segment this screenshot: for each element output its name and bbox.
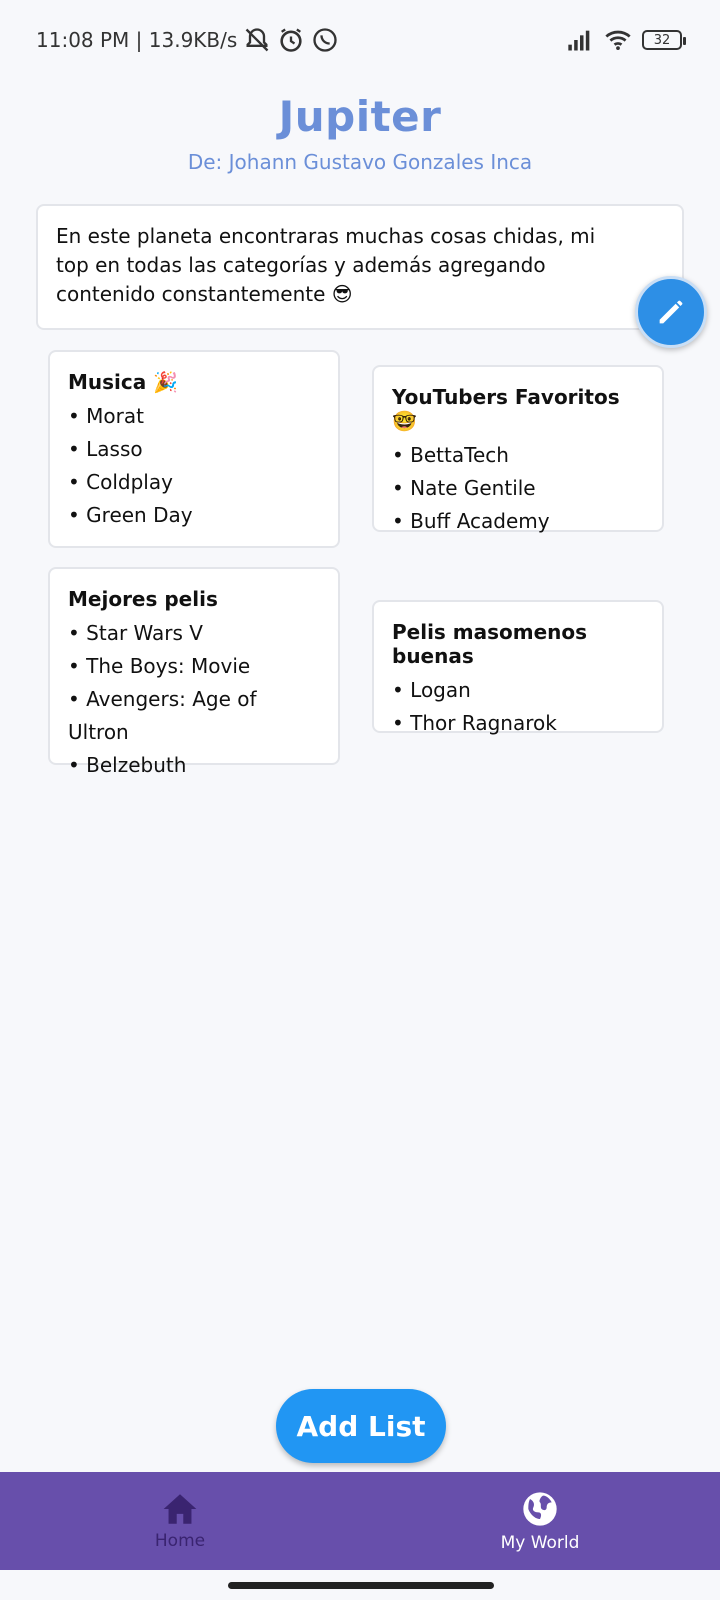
- pencil-icon: [659, 300, 683, 324]
- list-item: Buff Academy: [392, 505, 644, 538]
- wifi-icon: [605, 30, 631, 51]
- add-list-button[interactable]: Add List: [276, 1389, 446, 1463]
- nav-item-my-world[interactable]: My World: [360, 1472, 720, 1570]
- list-item: Logan: [392, 674, 644, 707]
- list-card-pelis-masomenos[interactable]: Pelis masomenos buenas Logan Thor Ragnar…: [372, 600, 664, 735]
- alarm-icon: [280, 28, 302, 52]
- home-icon: [163, 1494, 197, 1524]
- list-item: Green Day: [68, 499, 320, 532]
- list-card-musica[interactable]: Musica 🎉 Morat Lasso Coldplay Green Day: [48, 350, 340, 548]
- list-item: BettaTech: [392, 439, 644, 472]
- list-item: Avengers: Age of Ultron: [68, 683, 320, 749]
- list-item: Coldplay: [68, 466, 320, 499]
- battery-icon: 32: [642, 30, 686, 50]
- list-title: Musica 🎉: [68, 370, 179, 394]
- status-right: 32: [566, 26, 686, 54]
- nav-item-home[interactable]: Home: [0, 1472, 360, 1570]
- description-card: En este planeta encontraras muchas cosas…: [36, 204, 684, 330]
- notifications-off-icon: [245, 28, 269, 52]
- signal-icon: [568, 30, 590, 51]
- status-bar: 11:08 PM | 13.9KB/s 32: [0, 0, 720, 80]
- list-title: Pelis masomenos buenas: [392, 620, 588, 668]
- status-time: 11:08 PM | 13.9KB/s: [36, 28, 238, 52]
- list-card-mejores-pelis[interactable]: Mejores pelis Star Wars V The Boys: Movi…: [48, 567, 340, 777]
- list-item: Star Wars V: [68, 617, 320, 650]
- list-title: Mejores pelis: [68, 587, 218, 611]
- nav-label-home: Home: [154, 1531, 206, 1551]
- bottom-nav: Home My World: [0, 1472, 720, 1570]
- list-item: Lasso: [68, 433, 320, 466]
- globe-icon: [523, 1492, 557, 1526]
- edit-button[interactable]: [635, 276, 707, 348]
- page-title: Jupiter: [278, 92, 442, 141]
- gesture-home-bar[interactable]: [228, 1582, 494, 1589]
- list-item: Thor Ragnarok: [392, 707, 644, 740]
- list-title: YouTubers Favoritos 🤓: [392, 385, 620, 433]
- nav-label-my-world: My World: [500, 1533, 580, 1553]
- page-subtitle: De: Johann Gustavo Gonzales Inca: [187, 150, 533, 174]
- status-left: 11:08 PM | 13.9KB/s: [36, 26, 339, 54]
- description-text: En este planeta encontraras muchas cosas…: [56, 224, 596, 306]
- list-card-youtubers[interactable]: YouTubers Favoritos 🤓 BettaTech Nate Gen…: [372, 365, 664, 533]
- list-item: The Boys: Movie: [68, 650, 320, 683]
- whatsapp-icon: [313, 28, 337, 52]
- list-item: Nate Gentile: [392, 472, 644, 505]
- list-item: Belzebuth: [68, 749, 320, 782]
- list-item: Morat: [68, 400, 320, 433]
